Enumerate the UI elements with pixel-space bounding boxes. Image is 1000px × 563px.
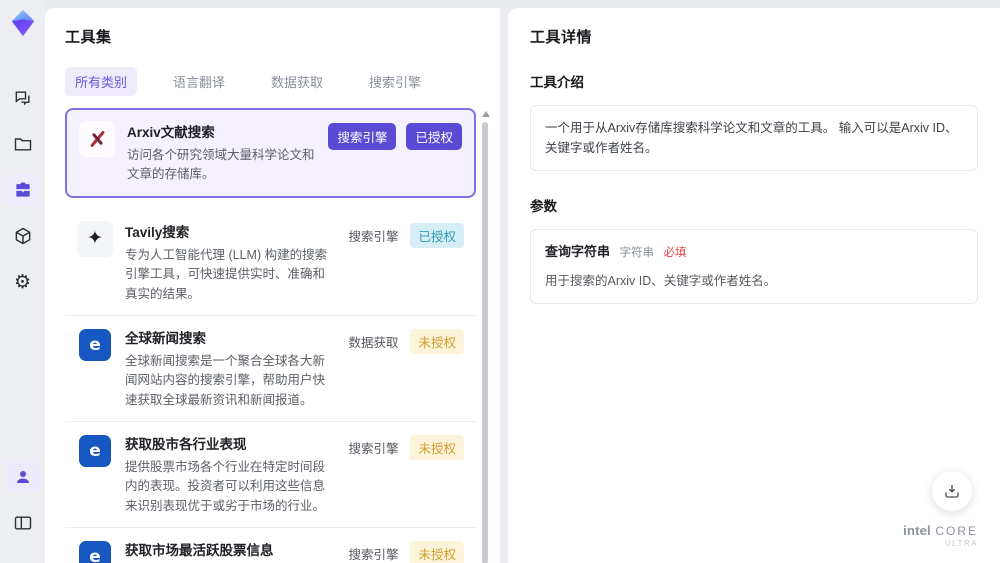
category-tab[interactable]: 搜索引擎: [359, 67, 431, 96]
tool-description: 访问各个研究领域大量科学论文和文章的存储库。: [127, 148, 315, 182]
tool-icon-tile: ✦ e: [77, 220, 113, 257]
intro-text: 一个用于从Arxiv存储库搜索科学论文和文章的工具。 输入可以是Arxiv ID…: [545, 121, 958, 155]
gear-icon: ⚙: [13, 271, 32, 293]
tool-description: 专为人工智能代理 (LLM) 构建的搜索引擎工具，可快速提供实时、准确和真实的结…: [125, 247, 328, 301]
tool-card[interactable]: ✦ e Arxiv文献搜索 访问各个研究领域大量科学论文和文章的存储库。 搜索引…: [65, 108, 476, 198]
param-box: 查询字符串 字符串 必填 用于搜索的Arxiv ID、关键字或作者姓名。: [530, 229, 978, 304]
tool-icon-tile: ✦ e: [77, 539, 113, 563]
main-content: 工具集 所有类别语言翻译数据获取搜索引擎 ✦ e Arxiv文献搜索 访问各个研…: [45, 0, 1000, 563]
scroll-up-icon[interactable]: [482, 111, 490, 117]
news-app-icon: e: [79, 435, 111, 467]
panel-divider: [500, 8, 508, 563]
auth-badge: 已授权: [406, 123, 462, 150]
sidebar-item-tools[interactable]: [6, 174, 39, 206]
tool-detail-panel: 工具详情 工具介绍 一个用于从Arxiv存储库搜索科学论文和文章的工具。 输入可…: [508, 8, 1000, 563]
app-logo-icon: [11, 9, 34, 37]
auth-badge: 未授权: [410, 541, 464, 563]
tool-card-main: 获取市场最活跃股票信息 提供当天交易量最高的股票列表。投资者可以利用这些信息来识…: [125, 539, 334, 563]
news-app-icon: e: [79, 541, 111, 563]
intro-heading: 工具介绍: [530, 75, 584, 90]
tool-badges: 搜索引擎 未授权: [346, 539, 464, 563]
category-badge: 搜索引擎: [328, 123, 397, 150]
category-tabs: 所有类别 语言翻译 数据获取 搜索引擎: [65, 67, 490, 96]
param-name: 查询字符串: [545, 244, 611, 259]
tool-card-main: 获取股市各行业表现 提供股票市场各个行业在特定时间段内的表现。投资者可以利用这些…: [125, 433, 334, 516]
tool-name: Arxiv文献搜索: [127, 125, 215, 140]
category-tab[interactable]: 数据获取: [261, 67, 333, 96]
category-badge: 数据获取: [348, 335, 399, 350]
icon-sidebar: ⚙: [0, 0, 45, 563]
brand-intel: intel: [903, 522, 931, 538]
user-icon: [16, 471, 29, 483]
app-window: ⚙ 工具集 所有类别语言翻译数据获取搜索引擎 ✦: [0, 0, 1000, 563]
auth-badge: 已授权: [410, 222, 464, 248]
tool-card-main: Arxiv文献搜索 访问各个研究领域大量科学论文和文章的存储库。: [127, 121, 316, 185]
tool-badges: 数据获取 未授权: [346, 327, 464, 354]
arxiv-icon: [87, 129, 107, 149]
params-heading: 参数: [530, 199, 557, 214]
tool-card[interactable]: ✦ e 获取股市各行业表现 提供股票市场各个行业在特定时间段内的表现。投资者可以…: [65, 422, 476, 529]
tool-badges: 搜索引擎 已授权: [328, 121, 462, 150]
tool-card[interactable]: ✦ e Tavily搜索 专为人工智能代理 (LLM) 构建的搜索引擎工具，可快…: [65, 209, 476, 316]
category-tab[interactable]: 语言翻译: [163, 67, 235, 96]
auth-badge: 未授权: [410, 328, 464, 354]
tool-card[interactable]: ✦ e 全球新闻搜索 全球新闻搜索是一个聚合全球各大新闻网站内容的搜索引擎，帮助…: [65, 315, 476, 422]
tool-list: ✦ e Arxiv文献搜索 访问各个研究领域大量科学论文和文章的存储库。 搜索引…: [65, 108, 490, 563]
download-button[interactable]: [932, 471, 972, 511]
param-header: 查询字符串 字符串 必填: [545, 242, 963, 263]
tool-name: 获取股市各行业表现: [125, 437, 247, 452]
sidebar-item-settings[interactable]: ⚙: [7, 266, 39, 298]
tool-icon-tile: ✦ e: [79, 121, 115, 157]
folder-icon: [14, 138, 31, 151]
briefcase-icon: [15, 182, 30, 197]
sidebar-toggle-icon: [14, 516, 31, 530]
category-badge: 搜索引擎: [348, 548, 399, 563]
tool-card[interactable]: ✦ e 获取市场最活跃股票信息 提供当天交易量最高的股票列表。投资者可以利用这些…: [65, 528, 476, 563]
param-description: 用于搜索的Arxiv ID、关键字或作者姓名。: [545, 273, 777, 288]
category-tab[interactable]: 所有类别: [65, 67, 138, 96]
sidebar-item-user[interactable]: [6, 461, 39, 493]
brand-core: CORE: [935, 523, 978, 538]
tool-list-panel: 工具集 所有类别语言翻译数据获取搜索引擎 ✦ e Arxiv文献搜索 访问各个研…: [45, 8, 500, 563]
scrollbar-thumb[interactable]: [482, 122, 488, 563]
param-required-badge: 必填: [663, 247, 687, 259]
param-type: 字符串: [619, 247, 655, 259]
category-badge: 搜索引擎: [348, 442, 399, 456]
sidebar-bottom: [6, 461, 39, 563]
sparkle-icon: ✦: [87, 228, 103, 250]
tool-name: Tavily搜索: [125, 224, 190, 240]
sidebar-item-files[interactable]: [7, 128, 39, 160]
tool-description: 全球新闻搜索是一个聚合全球各大新闻网站内容的搜索引擎，帮助用户快速获取全球最新资…: [125, 353, 326, 407]
tool-card-main: Tavily搜索 专为人工智能代理 (LLM) 构建的搜索引擎工具，可快速提供实…: [125, 221, 334, 304]
page-title: 工具集: [65, 29, 112, 46]
scrollbar[interactable]: [480, 108, 490, 563]
tool-name: 全球新闻搜索: [125, 330, 206, 346]
cube-icon: [15, 227, 30, 245]
tool-icon-tile: ✦ e: [77, 433, 113, 469]
intro-box: 一个用于从Arxiv存储库搜索科学论文和文章的工具。 输入可以是Arxiv ID…: [530, 105, 978, 171]
category-badge: 搜索引擎: [348, 229, 399, 244]
detail-title: 工具详情: [530, 29, 593, 46]
news-app-icon: e: [79, 328, 111, 361]
tool-card-main: 全球新闻搜索 全球新闻搜索是一个聚合全球各大新闻网站内容的搜索引擎，帮助用户快速…: [125, 327, 334, 410]
chat-bubbles-icon: [15, 91, 30, 106]
auth-badge: 未授权: [410, 435, 464, 460]
tool-badges: 搜索引擎 已授权: [346, 221, 464, 248]
sidebar-item-chat[interactable]: [7, 82, 39, 114]
brand-ultra: ULTRA: [944, 539, 978, 549]
tool-cards-container: ✦ e Arxiv文献搜索 访问各个研究领域大量科学论文和文章的存储库。 搜索引…: [65, 108, 476, 563]
download-icon: [945, 485, 959, 498]
intel-core-badge: intel CORE ULTRA: [903, 522, 978, 549]
tool-icon-tile: ✦ e: [77, 327, 113, 363]
tool-name: 获取市场最活跃股票信息: [125, 543, 274, 559]
tool-description: 提供股票市场各个行业在特定时间段内的表现。投资者可以利用这些信息来识别表现优于或…: [125, 460, 326, 513]
tool-badges: 搜索引擎 未授权: [346, 433, 464, 460]
sidebar-item-models[interactable]: [7, 220, 39, 252]
sidebar-item-panel-toggle[interactable]: [7, 507, 39, 539]
